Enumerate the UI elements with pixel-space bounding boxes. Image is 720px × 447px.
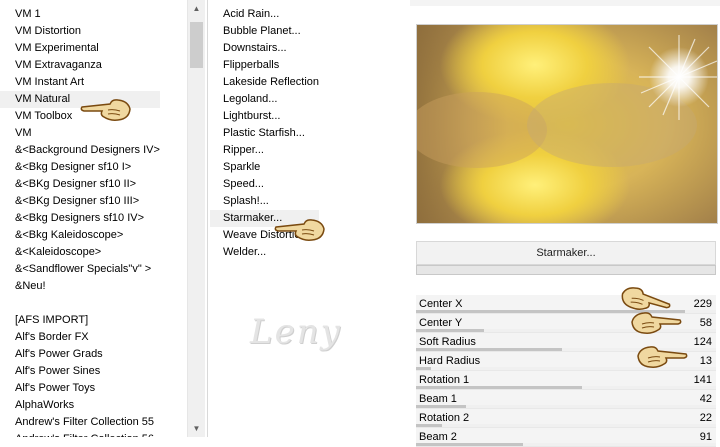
- category-item-bkg-designers-sf10-iv[interactable]: &<Bkg Designers sf10 IV>: [0, 210, 160, 227]
- param-value[interactable]: 124: [694, 333, 712, 351]
- category-item-vm[interactable]: VM: [0, 125, 160, 142]
- category-item-vm-distortion[interactable]: VM Distortion: [0, 23, 160, 40]
- filter-item-splash[interactable]: Splash!...: [210, 193, 319, 210]
- param-beam-1[interactable]: Beam 1 42: [416, 390, 716, 409]
- param-value[interactable]: 42: [700, 390, 712, 408]
- filter-item-welder[interactable]: Welder...: [210, 244, 319, 261]
- category-item-vm-experimental[interactable]: VM Experimental: [0, 40, 160, 57]
- category-item-bkg-designer-sf10-iii[interactable]: &<BKg Designer sf10 III>: [0, 193, 160, 210]
- param-rotation-1[interactable]: Rotation 1 141: [416, 371, 716, 390]
- filter-item-downstairs[interactable]: Downstairs...: [210, 40, 319, 57]
- effect-preview: [416, 24, 718, 224]
- category-item-andrew-s-filter-collection-56[interactable]: Andrew's Filter Collection 56: [0, 431, 160, 437]
- pointing-hand-icon: [631, 312, 682, 334]
- category-item-neu[interactable]: &Neu!: [0, 278, 160, 295]
- param-label: Beam 1: [419, 393, 457, 405]
- param-label: Rotation 2: [419, 412, 470, 424]
- scroll-down-icon[interactable]: ▼: [188, 420, 205, 437]
- progress-bar: [416, 265, 716, 275]
- scroll-up-icon[interactable]: ▲: [188, 0, 205, 17]
- category-item-andrew-s-filter-collection-55[interactable]: Andrew's Filter Collection 55: [0, 414, 160, 431]
- filter-item-sparkle[interactable]: Sparkle: [210, 159, 319, 176]
- filter-item-speed[interactable]: Speed...: [210, 176, 319, 193]
- filter-item-bubble-planet[interactable]: Bubble Planet...: [210, 23, 319, 40]
- filter-item-lakeside-reflection[interactable]: Lakeside Reflection: [210, 74, 319, 91]
- filter-item-flipperballs[interactable]: Flipperballs: [210, 57, 319, 74]
- filter-item-plastic-starfish[interactable]: Plastic Starfish...: [210, 125, 319, 142]
- category-item-vm-1[interactable]: VM 1: [0, 6, 160, 23]
- filter-item-ripper[interactable]: Ripper...: [210, 142, 319, 159]
- category-item-alf-s-power-toys[interactable]: Alf's Power Toys: [0, 380, 160, 397]
- pointing-hand-icon: [637, 346, 688, 368]
- category-item-vm-extravaganza[interactable]: VM Extravaganza: [0, 57, 160, 74]
- scroll-thumb[interactable]: [190, 22, 203, 68]
- filter-item-lightburst[interactable]: Lightburst...: [210, 108, 319, 125]
- param-label: Soft Radius: [419, 336, 476, 348]
- pointing-hand-icon: [274, 219, 325, 241]
- param-beam-2[interactable]: Beam 2 91: [416, 428, 716, 447]
- category-item-bkg-kaleidoscope[interactable]: &<Bkg Kaleidoscope>: [0, 227, 160, 244]
- category-item-afs-import[interactable]: [AFS IMPORT]: [0, 312, 160, 329]
- param-value[interactable]: 91: [700, 428, 712, 446]
- param-rotation-2[interactable]: Rotation 2 22: [416, 409, 716, 428]
- param-value[interactable]: 229: [694, 295, 712, 313]
- param-label: Center Y: [419, 317, 463, 329]
- param-value[interactable]: 13: [700, 352, 712, 370]
- starmaker-button[interactable]: Starmaker...: [416, 241, 716, 265]
- param-value[interactable]: 141: [694, 371, 712, 389]
- category-item-bkg-designer-sf10-ii[interactable]: &<BKg Designer sf10 II>: [0, 176, 160, 193]
- category-item-alphaworks[interactable]: AlphaWorks: [0, 397, 160, 414]
- category-list-pane[interactable]: VM 1 VM Distortion VM Experimental VM Extra…: [0, 0, 208, 437]
- param-label: Rotation 1: [419, 374, 470, 386]
- param-value[interactable]: 22: [700, 409, 712, 427]
- category-item-alf-s-power-sines[interactable]: Alf's Power Sines: [0, 363, 160, 380]
- category-item-blank: [0, 295, 160, 312]
- category-item-vm-instant-art[interactable]: VM Instant Art: [0, 74, 160, 91]
- filter-item-legoland[interactable]: Legoland...: [210, 91, 319, 108]
- pointing-hand-icon: [80, 99, 131, 121]
- param-label: Center X: [419, 298, 463, 310]
- param-value[interactable]: 58: [700, 314, 712, 332]
- watermark: Leny: [250, 312, 342, 352]
- param-label: Hard Radius: [419, 355, 481, 367]
- category-item-kaleidoscope[interactable]: &<Kaleidoscope>: [0, 244, 160, 261]
- param-label: Beam 2: [419, 431, 457, 443]
- category-item-alf-s-border-fx[interactable]: Alf's Border FX: [0, 329, 160, 346]
- category-item-background-designers-iv[interactable]: &<Background Designers IV>: [0, 142, 160, 159]
- category-item-bkg-designer-sf10-i[interactable]: &<Bkg Designer sf10 I>: [0, 159, 160, 176]
- category-item-sandflower-specials-v[interactable]: &<Sandflower Specials"v" >: [0, 261, 160, 278]
- preview-image: [417, 25, 717, 223]
- category-item-alf-s-power-grads[interactable]: Alf's Power Grads: [0, 346, 160, 363]
- top-strip: [410, 0, 720, 6]
- category-scrollbar[interactable]: ▲ ▼: [187, 0, 205, 437]
- filter-item-acid-rain[interactable]: Acid Rain...: [210, 6, 319, 23]
- category-list[interactable]: VM 1 VM Distortion VM Experimental VM Extra…: [0, 6, 160, 437]
